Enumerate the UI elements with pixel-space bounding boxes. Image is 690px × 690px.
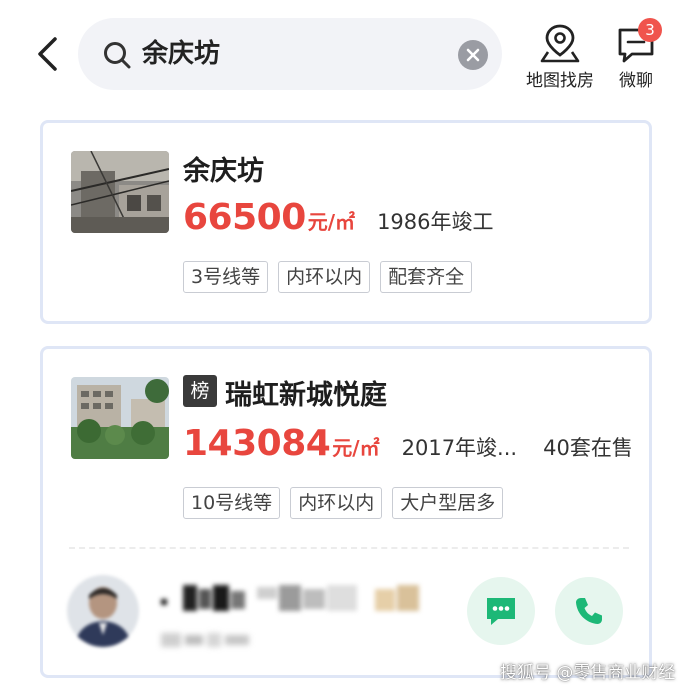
tag-list: 3号线等 内环以内 配套齐全 [183, 261, 482, 293]
search-icon [104, 42, 131, 69]
top-bar: 余庆坊 地图找房 3 微聊 [0, 0, 690, 110]
tag-list: 10号线等 内环以内 大户型居多 [183, 487, 513, 519]
tag: 内环以内 [278, 261, 371, 293]
listing-title: 瑞虹新城悦庭 [225, 380, 387, 411]
message-agent-button[interactable] [467, 577, 535, 645]
price-unit: 元/㎡ [307, 210, 356, 234]
listing-price: 143084 [183, 423, 331, 464]
chat-label: 微聊 [619, 71, 653, 91]
build-year: 2017年竣... [401, 436, 518, 460]
tag: 内环以内 [290, 487, 383, 519]
ranking-badge: 榜 [183, 375, 217, 407]
agent-name-blurred [161, 581, 433, 615]
listing-photo [71, 151, 169, 233]
tag: 3号线等 [183, 261, 269, 293]
price-row: 143084 元/㎡ 2017年竣... 40套在售 [183, 423, 633, 464]
call-agent-button[interactable] [555, 577, 623, 645]
message-icon [487, 598, 515, 625]
build-year: 1986年竣工 [377, 210, 494, 234]
search-input[interactable]: 余庆坊 [78, 18, 502, 90]
back-button[interactable] [30, 32, 64, 76]
listing-photo [71, 377, 169, 459]
search-query-text: 余庆坊 [142, 39, 221, 69]
unread-count-badge: 3 [638, 18, 662, 42]
phone-icon [576, 598, 602, 624]
price-row: 66500 元/㎡ 1986年竣工 [183, 197, 494, 238]
map-search-button[interactable]: 地图找房 [520, 22, 600, 91]
units-on-sale: 40套在售 [543, 436, 633, 460]
listing-price: 66500 [183, 197, 306, 238]
price-unit: 元/㎡ [332, 436, 380, 460]
close-icon [466, 48, 480, 62]
tag: 大户型居多 [392, 487, 504, 519]
agent-subtitle-blurred [161, 631, 251, 649]
agent-avatar[interactable] [67, 575, 139, 647]
tag: 配套齐全 [380, 261, 473, 293]
chat-button[interactable]: 3 微聊 [608, 18, 664, 91]
listing-card[interactable]: 榜 瑞虹新城悦庭 143084 元/㎡ 2017年竣... 40套在售 10号线… [40, 346, 652, 678]
divider [69, 547, 629, 549]
listing-card[interactable]: 余庆坊 66500 元/㎡ 1986年竣工 3号线等 内环以内 配套齐全 [40, 120, 652, 324]
tag: 10号线等 [183, 487, 281, 519]
chevron-left-icon [38, 37, 57, 71]
clear-search-button[interactable] [458, 40, 488, 70]
watermark: 搜狐号 @零售商业财经 [500, 663, 676, 683]
listing-title: 余庆坊 [183, 156, 264, 187]
map-search-label: 地图找房 [526, 71, 594, 91]
map-pin-icon [540, 24, 580, 63]
